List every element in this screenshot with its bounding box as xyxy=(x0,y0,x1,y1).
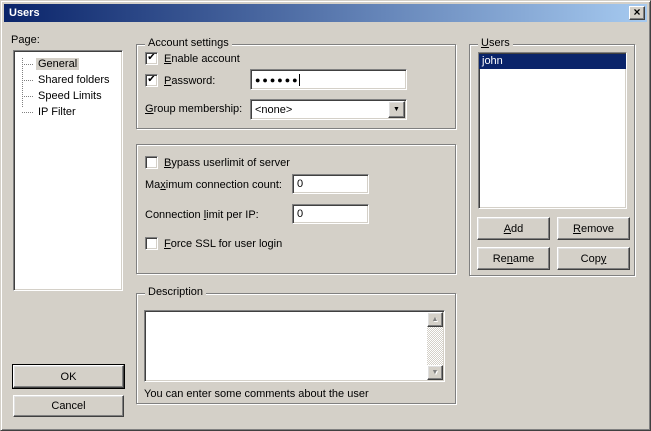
enable-account-label: Enable account xyxy=(164,53,240,65)
add-user-button[interactable]: Add xyxy=(477,217,550,240)
check-icon: ✔ xyxy=(147,53,155,63)
copy-user-button[interactable]: Copy xyxy=(557,247,630,270)
tree-branch-line xyxy=(22,80,33,81)
password-label: Password: xyxy=(164,75,215,87)
titlebar[interactable]: Users × xyxy=(4,4,647,22)
arrow-up-icon: ▲ xyxy=(432,316,439,323)
users-group: Users john Add Remove Rename Copy xyxy=(469,44,635,276)
close-button[interactable]: × xyxy=(629,6,645,20)
connection-per-ip-label: Connection limit per IP: xyxy=(145,209,259,221)
bypass-userlimit-checkbox[interactable] xyxy=(145,156,158,169)
limits-group: Bypass userlimit of server Maximum conne… xyxy=(136,144,456,274)
vertical-scrollbar[interactable]: ▲ ▼ xyxy=(427,312,443,380)
rename-button-label: Rename xyxy=(493,253,535,265)
scroll-down-button[interactable]: ▼ xyxy=(427,365,443,380)
close-icon: × xyxy=(633,7,640,17)
window-title: Users xyxy=(9,7,40,19)
users-caption: Users xyxy=(478,37,513,49)
description-group: Description ▲ ▼ You can enter some comme… xyxy=(136,293,456,404)
chevron-down-icon: ▼ xyxy=(393,106,400,113)
rename-user-button[interactable]: Rename xyxy=(477,247,550,270)
ok-button-label: OK xyxy=(61,371,77,383)
text-caret xyxy=(299,74,300,86)
connection-per-ip-input[interactable] xyxy=(292,204,369,224)
group-membership-value: <none> xyxy=(255,104,292,116)
force-ssl-label: Force SSL for user login xyxy=(164,238,282,250)
max-connection-input[interactable] xyxy=(292,174,369,194)
remove-button-label: Remove xyxy=(573,223,614,235)
ok-button[interactable]: OK xyxy=(13,365,124,388)
tree-branch-line xyxy=(22,112,33,113)
force-ssl-checkbox[interactable] xyxy=(145,237,158,250)
password-checkbox[interactable]: ✔ xyxy=(145,74,158,87)
cancel-button[interactable]: Cancel xyxy=(13,395,124,417)
cancel-button-label: Cancel xyxy=(51,400,85,412)
add-button-label: Add xyxy=(504,223,524,235)
bypass-userlimit-label: Bypass userlimit of server xyxy=(164,157,290,169)
tree-item-general[interactable]: General xyxy=(14,56,122,72)
user-list-item[interactable]: john xyxy=(479,54,626,69)
dropdown-button[interactable]: ▼ xyxy=(388,101,405,118)
tree-item-speed-limits[interactable]: Speed Limits xyxy=(14,88,122,104)
copy-button-label: Copy xyxy=(581,253,607,265)
description-hint: You can enter some comments about the us… xyxy=(144,388,369,400)
scroll-up-button[interactable]: ▲ xyxy=(427,312,443,327)
password-value: ●●●●●● xyxy=(255,75,300,85)
group-membership-label: Group membership: xyxy=(145,103,242,115)
tree-branch-line xyxy=(22,64,33,65)
arrow-down-icon: ▼ xyxy=(432,369,439,376)
group-membership-select[interactable]: <none> ▼ xyxy=(250,99,407,120)
remove-user-button[interactable]: Remove xyxy=(557,217,630,240)
account-settings-group: Account settings ✔ Enable account ✔ Pass… xyxy=(136,44,456,129)
password-input[interactable]: ●●●●●● xyxy=(250,69,407,90)
users-listbox[interactable]: john xyxy=(478,52,627,209)
tree-item-ip-filter[interactable]: IP Filter xyxy=(14,104,122,120)
tree-item-shared-folders[interactable]: Shared folders xyxy=(14,72,122,88)
page-tree: General Shared folders Speed Limits IP F… xyxy=(13,50,123,291)
description-textarea[interactable]: ▲ ▼ xyxy=(144,310,445,382)
page-label: Page: xyxy=(11,34,40,46)
enable-account-checkbox[interactable]: ✔ xyxy=(145,52,158,65)
max-connection-label: Maximum connection count: xyxy=(145,179,282,191)
account-settings-caption: Account settings xyxy=(145,37,232,49)
tree-branch-line xyxy=(22,96,33,97)
users-dialog-window: Users × Page: General Shared folders Spe… xyxy=(0,0,651,431)
check-icon: ✔ xyxy=(147,75,155,85)
description-caption: Description xyxy=(145,286,206,298)
